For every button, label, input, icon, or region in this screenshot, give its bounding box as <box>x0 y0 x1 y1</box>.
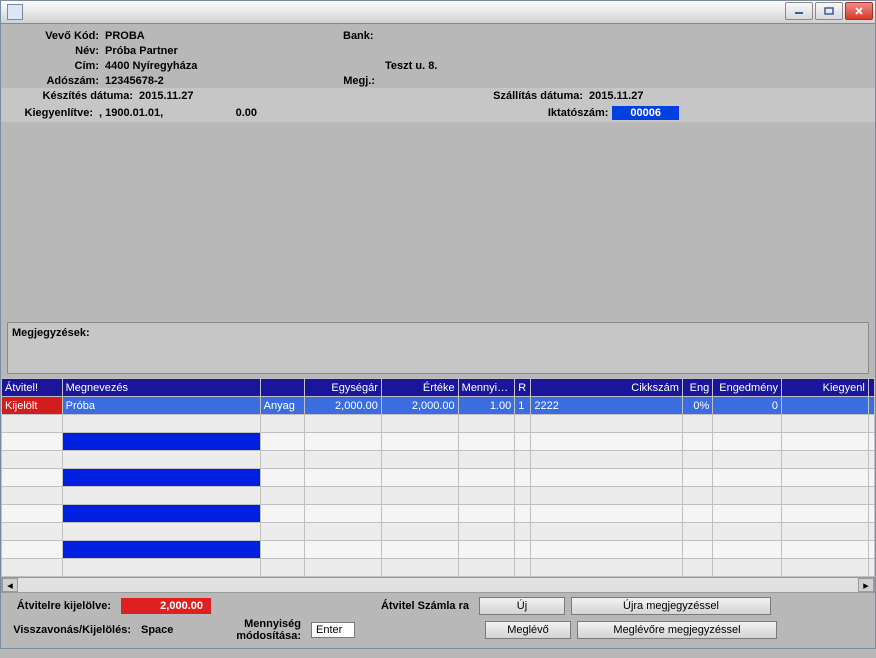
data-grid[interactable]: Átvitel! Megnevezés Egységár Értéke Menn… <box>0 378 876 593</box>
cell-eng: 0% <box>682 397 712 415</box>
new-with-note-button[interactable]: Újra megjegyzéssel <box>571 597 771 615</box>
table-row[interactable] <box>2 541 875 559</box>
scroll-right-icon[interactable]: ▸ <box>858 578 874 592</box>
made-value: 2015.11.27 <box>137 90 477 102</box>
footer-panel: Átvitelre kijelölve: 2,000.00 Átvitel Sz… <box>0 593 876 649</box>
notes-title: Megjegyzések: <box>12 327 90 339</box>
cell-megnevezes: Próba <box>62 397 260 415</box>
new-button[interactable]: Új <box>479 597 565 615</box>
selected-value: 2,000.00 <box>121 598 211 614</box>
col-megnevezes[interactable]: Megnevezés <box>62 379 260 397</box>
cell-cikkszam: 2222 <box>531 397 683 415</box>
form-header: Vevő Kód: PROBA Bank: Név: Próba Partner… <box>0 24 876 122</box>
paid-date-value: , 1900.01.01, <box>97 107 197 119</box>
scroll-left-icon[interactable]: ◂ <box>2 578 18 592</box>
cell-r: 1 <box>515 397 531 415</box>
cell-kiegyenl <box>781 397 868 415</box>
addr-city-value: 4400 Nyíregyháza <box>103 60 383 72</box>
bank-label: Bank: <box>343 30 373 42</box>
tax-value: 12345678-2 <box>103 75 343 87</box>
tax-label: Adószám: <box>7 75 103 87</box>
table-row[interactable] <box>2 487 875 505</box>
table-row[interactable] <box>2 523 875 541</box>
col-cikkszam[interactable]: Cikkszám <box>531 379 683 397</box>
existing-with-note-button[interactable]: Meglévőre megjegyzéssel <box>577 621 777 639</box>
undo-label: Visszavonás/Kijelölés: <box>7 624 135 636</box>
name-value: Próba Partner <box>103 45 178 57</box>
existing-button[interactable]: Meglévő <box>485 621 571 639</box>
cell-erteke: 2,000.00 <box>381 397 458 415</box>
title-bar <box>0 0 876 24</box>
table-row[interactable] <box>2 505 875 523</box>
maximize-button[interactable] <box>815 2 843 20</box>
mid-blank-area <box>0 122 876 322</box>
table-row[interactable] <box>2 415 875 433</box>
col-eng[interactable]: Eng <box>682 379 712 397</box>
window-buttons <box>785 2 873 20</box>
made-label: Készítés dátuma: <box>7 90 137 102</box>
table-row[interactable] <box>2 451 875 469</box>
transfer-label: Átvitel Számla ra <box>363 600 473 612</box>
table-row[interactable]: Kijelölt Próba Anyag 2,000.00 2,000.00 1… <box>2 397 875 415</box>
selected-label: Átvitelre kijelölve: <box>7 600 115 612</box>
col-erteke[interactable]: Értéke <box>381 379 458 397</box>
ship-value: 2015.11.27 <box>587 90 643 102</box>
paid-amount-value: 0.00 <box>197 107 257 119</box>
col-blank[interactable] <box>260 379 304 397</box>
table-row[interactable] <box>2 433 875 451</box>
cell-atvitel: Kijelölt <box>2 397 63 415</box>
note-label: Megj.: <box>343 75 379 87</box>
col-egysegar[interactable]: Egységár <box>305 379 382 397</box>
close-button[interactable] <box>845 2 873 20</box>
ship-label: Szállítás dátuma: <box>477 90 587 102</box>
notes-wrap: Megjegyzések: <box>0 322 876 378</box>
qty-key-input[interactable]: Enter <box>311 622 355 638</box>
col-tail <box>868 379 874 397</box>
table-row[interactable] <box>2 469 875 487</box>
cell-engedmeny: 0 <box>713 397 782 415</box>
name-label: Név: <box>7 45 103 57</box>
horizontal-scrollbar[interactable]: ◂ ▸ <box>1 577 875 593</box>
cell-type: Anyag <box>260 397 304 415</box>
grid-header-row: Átvitel! Megnevezés Egységár Értéke Menn… <box>2 379 875 397</box>
table-row[interactable] <box>2 559 875 577</box>
addr-street-value: Teszt u. 8. <box>383 60 437 72</box>
buyer-code-label: Vevő Kód: <box>7 30 103 42</box>
regnum-label: Iktatószám: <box>542 107 612 119</box>
regnum-value: 00006 <box>612 106 679 120</box>
col-mennyiseg[interactable]: Mennyiség <box>458 379 515 397</box>
app-icon <box>7 4 23 20</box>
notes-box[interactable]: Megjegyzések: <box>7 322 869 374</box>
col-kiegyenl[interactable]: Kiegyenl <box>781 379 868 397</box>
col-atvitel[interactable]: Átvitel! <box>2 379 63 397</box>
addr-label: Cím: <box>7 60 103 72</box>
col-engedmeny[interactable]: Engedmény <box>713 379 782 397</box>
qty-label: Mennyiség módosítása: <box>179 618 305 642</box>
paid-label: Kiegyenlítve: <box>7 107 97 119</box>
cell-mennyiseg: 1.00 <box>458 397 515 415</box>
cell-egysegar: 2,000.00 <box>305 397 382 415</box>
buyer-code-value: PROBA <box>103 30 343 42</box>
col-r[interactable]: R <box>515 379 531 397</box>
undo-key: Space <box>141 624 173 636</box>
minimize-button[interactable] <box>785 2 813 20</box>
